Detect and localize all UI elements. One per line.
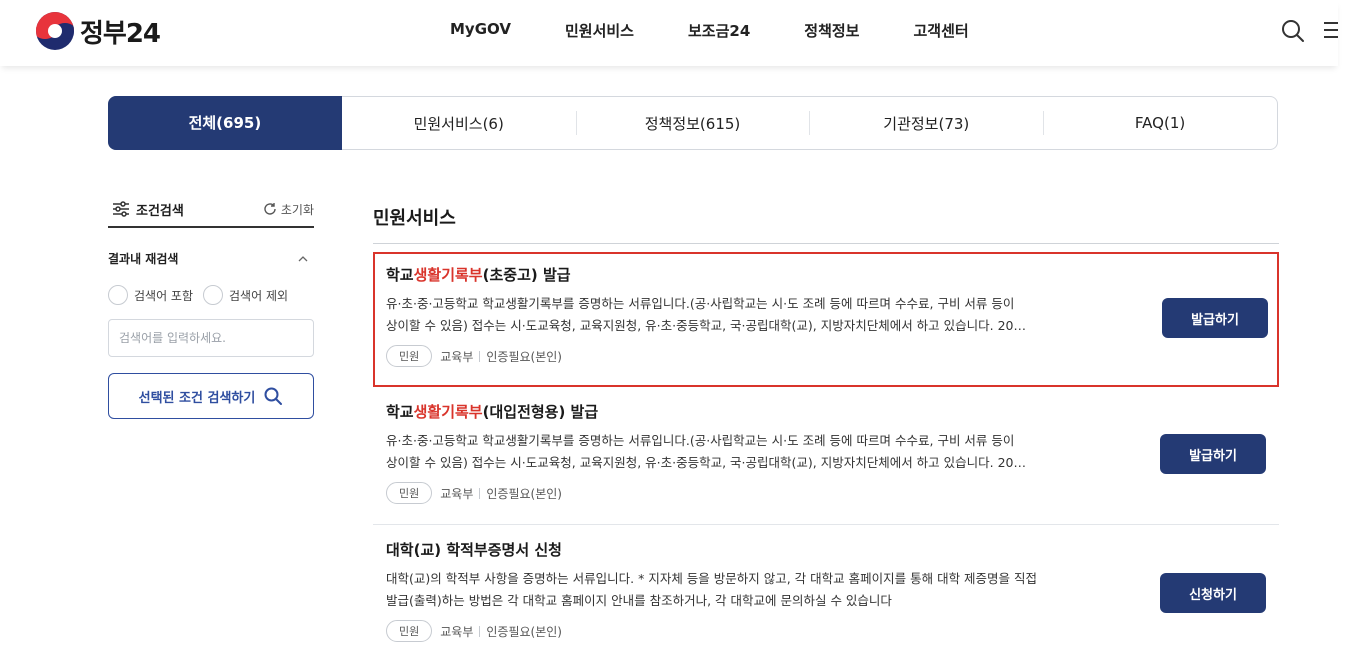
result-description: 대학(교)의 학적부 사항을 증명하는 서류입니다. * 지자체 등을 방문하지…: [386, 568, 1138, 612]
results-main: 민원서비스 학교생활기록부(초중고) 발급 유·초·중·고등학교 학교생활기록부…: [373, 200, 1279, 663]
auth-requirement: 인증필요(본인): [486, 486, 562, 501]
meta-divider: [479, 350, 481, 362]
nav-item-mygov[interactable]: MyGOV: [450, 20, 511, 41]
description-line: 상이할 수 있음) 접수는 시·도교육청, 교육지원청, 유·초·중등학교, 국…: [386, 318, 1027, 333]
research-input[interactable]: [108, 319, 314, 357]
description-line: 대학(교)의 학적부 사항을 증명하는 서류입니다. * 지자체 등을 방문하지…: [386, 571, 1038, 586]
result-item: 학교생활기록부(대입전형용) 발급 유·초·중·고등학교 학교생활기록부를 증명…: [373, 387, 1279, 525]
agency-name: 교육부: [440, 349, 474, 364]
refresh-icon: [264, 203, 276, 215]
title-part: (초중고) 발급: [482, 266, 571, 284]
result-title-link[interactable]: 학교생활기록부(대입전형용) 발급: [386, 401, 1279, 422]
filter-title: 조건검색: [136, 203, 184, 219]
radio-include-keyword[interactable]: 검색어 포함: [108, 285, 193, 305]
research-title: 결과내 재검색: [108, 252, 179, 266]
title-part: (대입전형용) 발급: [482, 403, 599, 421]
tab-policy-info[interactable]: 정책정보(615): [575, 97, 810, 149]
meta-divider: [479, 625, 481, 637]
filter-header: 조건검색 초기화: [108, 200, 314, 228]
search-mode-options: 검색어 포함 검색어 제외: [108, 285, 314, 305]
reset-button[interactable]: 초기화: [263, 201, 314, 218]
auth-requirement: 인증필요(본인): [486, 624, 562, 639]
title-highlight: 생활기록부: [413, 266, 483, 284]
filter-sliders-icon: [113, 201, 129, 217]
title-part: 대학(교) 학적부증명서 신청: [386, 541, 562, 559]
title-highlight: 생활기록부: [413, 403, 483, 421]
tab-all[interactable]: 전체(695): [108, 95, 342, 150]
nav-item-policy-info[interactable]: 정책정보: [804, 20, 859, 41]
search-selected-label: 선택된 조건 검색하기: [138, 390, 256, 406]
result-meta: 민원 교육부 인증필요(본인): [386, 345, 1277, 367]
category-badge: 민원: [386, 620, 433, 642]
description-line: 유·초·중·고등학교 학교생활기록부를 증명하는 서류입니다.(공·사립학교는 …: [386, 296, 1015, 311]
category-badge: 민원: [386, 482, 433, 504]
result-description: 유·초·중·고등학교 학교생활기록부를 증명하는 서류입니다.(공·사립학교는 …: [386, 293, 1138, 337]
radio-exclude-keyword[interactable]: 검색어 제외: [203, 285, 288, 305]
nav-item-customer-center[interactable]: 고객센터: [913, 20, 968, 41]
main-navigation: MyGOV 민원서비스 보조금24 정책정보 고객센터: [450, 20, 1023, 41]
result-title-link[interactable]: 학교생활기록부(초중고) 발급: [386, 264, 1277, 285]
description-line: 발급(출력)하는 방법은 각 대학교 홈페이지 안내를 참조하거나, 각 대학교…: [386, 593, 892, 608]
filter-sidebar: 조건검색 초기화 결과내 재검색 검색어 포함 검색어 제외 선택된 조건 검색…: [108, 200, 314, 419]
result-meta: 민원 교육부 인증필요(본인): [386, 482, 1279, 504]
title-part: 학교: [386, 266, 414, 284]
tab-civil-service[interactable]: 민원서비스(6): [342, 97, 576, 149]
radio-include-label: 검색어 포함: [134, 288, 194, 303]
nav-item-subsidy24[interactable]: 보조금24: [688, 20, 750, 41]
search-icon: [264, 387, 283, 405]
tab-agency-info[interactable]: 기관정보(73): [809, 97, 1043, 149]
chevron-up-icon: [298, 255, 308, 261]
category-tabs: 전체(695) 민원서비스(6) 정책정보(615) 기관정보(73) FAQ(…: [108, 95, 1278, 150]
description-line: 상이할 수 있음) 접수는 시·도교육청, 교육지원청, 유·초·중등학교, 국…: [386, 455, 1027, 470]
search-icon[interactable]: [1280, 18, 1306, 44]
research-toggle[interactable]: 결과내 재검색: [108, 250, 314, 267]
result-title-link[interactable]: 대학(교) 학적부증명서 신청: [386, 539, 1279, 560]
issue-button[interactable]: 발급하기: [1162, 298, 1268, 338]
section-title: 민원서비스: [373, 200, 1279, 244]
logo[interactable]: 정부24: [36, 12, 161, 50]
logo-text: 정부24: [80, 18, 161, 49]
result-item: 대학(교) 학적부증명서 신청 대학(교)의 학적부 사항을 증명하는 서류입니…: [373, 525, 1279, 663]
radio-exclude-label: 검색어 제외: [229, 288, 289, 303]
category-badge: 민원: [386, 345, 433, 367]
taegeuk-logo-icon: [36, 12, 74, 50]
apply-button[interactable]: 신청하기: [1160, 573, 1266, 613]
agency-name: 교육부: [440, 486, 474, 501]
result-meta: 민원 교육부 인증필요(본인): [386, 620, 1279, 642]
result-item: 학교생활기록부(초중고) 발급 유·초·중·고등학교 학교생활기록부를 증명하는…: [373, 252, 1279, 387]
agency-name: 교육부: [440, 624, 474, 639]
auth-requirement: 인증필요(본인): [486, 349, 562, 364]
tab-faq[interactable]: FAQ(1): [1043, 97, 1277, 149]
hamburger-menu-icon[interactable]: [1324, 22, 1338, 40]
description-line: 유·초·중·고등학교 학교생활기록부를 증명하는 서류입니다.(공·사립학교는 …: [386, 433, 1015, 448]
issue-button[interactable]: 발급하기: [1160, 434, 1266, 474]
title-part: 학교: [386, 403, 414, 421]
nav-item-civil-service[interactable]: 민원서비스: [565, 20, 634, 41]
radio-circle: [108, 285, 128, 305]
search-selected-conditions-button[interactable]: 선택된 조건 검색하기: [108, 373, 314, 419]
radio-circle: [203, 285, 224, 305]
site-header: 정부24 MyGOV 민원서비스 보조금24 정책정보 고객센터: [0, 0, 1338, 66]
meta-divider: [479, 487, 481, 499]
result-description: 유·초·중·고등학교 학교생활기록부를 증명하는 서류입니다.(공·사립학교는 …: [386, 430, 1138, 474]
reset-label: 초기화: [280, 202, 314, 217]
